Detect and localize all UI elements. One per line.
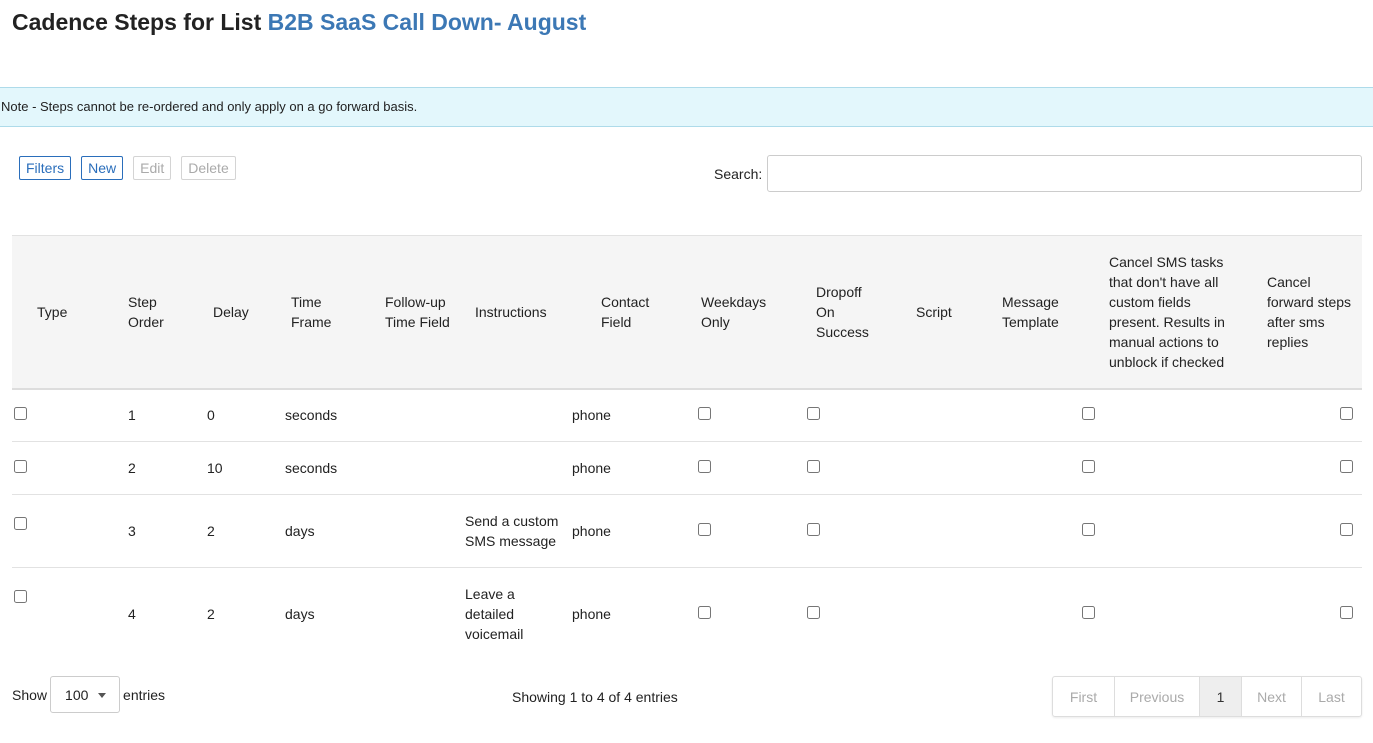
page-size-select[interactable]: 100: [50, 676, 121, 713]
table-row[interactable]: 2 10 seconds phone: [12, 441, 1362, 495]
col-header-step-order[interactable]: Step Order: [110, 235, 195, 390]
time-frame-cell: days: [285, 606, 315, 623]
table-info: Showing 1 to 4 of 4 entries: [512, 689, 678, 705]
message-template-cell: [973, 388, 1080, 442]
filters-button[interactable]: Filters: [19, 156, 72, 180]
script-cell: [887, 388, 973, 442]
script-cell: [887, 441, 973, 495]
row-select-checkbox[interactable]: [14, 407, 27, 421]
page-size-value: 100: [65, 686, 89, 703]
entries-label: entries: [123, 686, 166, 703]
toolbar: Filters New Edit Delete: [19, 156, 236, 180]
dropoff-on-success-checkbox[interactable]: [807, 460, 820, 473]
search-input[interactable]: [767, 155, 1362, 192]
col-header-contact-field[interactable]: Contact Field: [572, 235, 672, 390]
page-title-prefix: Cadence Steps for List: [12, 9, 268, 35]
col-header-weekdays-only[interactable]: Weekdays Only: [672, 235, 787, 390]
caret-down-icon: [98, 693, 107, 698]
list-name: B2B SaaS Call Down- August: [267, 9, 587, 35]
script-cell: [887, 568, 973, 661]
col-header-script[interactable]: Script: [887, 235, 973, 390]
pagination-first[interactable]: First: [1053, 677, 1115, 716]
steps-table: Type Step Order Delay Time Frame Follow-…: [12, 235, 1362, 661]
step-order-cell: 2: [110, 441, 195, 495]
table-row[interactable]: 4 2 days Leave a detailed voicemail phon…: [12, 568, 1362, 661]
script-cell: [887, 494, 973, 568]
info-note: Note - Steps cannot be re-ordered and on…: [0, 87, 1373, 127]
show-label: Show: [12, 686, 48, 703]
step-order-cell: 4: [128, 606, 136, 623]
pagination: First Previous 1 Next Last: [1052, 676, 1362, 717]
edit-button[interactable]: Edit: [133, 156, 172, 180]
contact-field-cell: phone: [572, 494, 672, 568]
page-title: Cadence Steps for List B2B SaaS Call Dow…: [12, 9, 586, 36]
pagination-page-1[interactable]: 1: [1200, 677, 1242, 716]
instructions-cell: [458, 441, 572, 495]
col-header-cancel-sms-tasks[interactable]: Cancel SMS tasks that don't have all cus…: [1080, 235, 1238, 390]
time-frame-cell: days: [268, 494, 362, 568]
delete-button[interactable]: Delete: [181, 156, 236, 180]
instructions-cell: Send a custom SMS message: [458, 494, 572, 568]
message-template-cell: [973, 568, 1080, 661]
row-select-checkbox[interactable]: [14, 517, 27, 530]
table-row[interactable]: 1 0 seconds phone: [12, 388, 1362, 442]
cancel-sms-tasks-checkbox[interactable]: [1082, 407, 1095, 421]
cancel-forward-steps-checkbox[interactable]: [1340, 460, 1353, 473]
delay-cell: 2: [207, 606, 215, 623]
step-order-cell: 3: [110, 494, 195, 568]
pagination-next[interactable]: Next: [1242, 677, 1302, 716]
message-template-cell: [973, 494, 1080, 568]
col-header-message-template[interactable]: Message Template: [973, 235, 1080, 390]
time-frame-cell: seconds: [268, 441, 362, 495]
followup-time-field-cell: [362, 494, 458, 568]
search-label: Search:: [714, 166, 763, 182]
pagination-last[interactable]: Last: [1302, 677, 1361, 716]
row-select-checkbox[interactable]: [14, 460, 27, 473]
new-button[interactable]: New: [81, 156, 124, 180]
row-select-checkbox[interactable]: [14, 590, 27, 603]
page-size-control: Show 100 entries: [12, 676, 165, 713]
col-header-dropoff-on-success[interactable]: Dropoff On Success: [787, 235, 887, 390]
dropoff-on-success-checkbox[interactable]: [807, 523, 820, 536]
delay-cell: 2: [195, 494, 268, 568]
weekdays-only-checkbox[interactable]: [698, 407, 711, 421]
col-header-cancel-forward-steps[interactable]: Cancel forward steps after sms replies: [1238, 235, 1362, 390]
cancel-sms-tasks-checkbox[interactable]: [1082, 523, 1095, 536]
instructions-cell: Leave a detailed voicemail: [465, 586, 524, 643]
cancel-sms-tasks-checkbox[interactable]: [1082, 460, 1095, 473]
dropoff-on-success-checkbox[interactable]: [807, 606, 820, 620]
col-header-delay[interactable]: Delay: [195, 235, 268, 390]
table-row[interactable]: 3 2 days Send a custom SMS message phone: [12, 494, 1362, 568]
followup-time-field-cell: [362, 568, 458, 661]
table-header-row: Type Step Order Delay Time Frame Follow-…: [12, 235, 1362, 390]
weekdays-only-checkbox[interactable]: [698, 460, 711, 473]
col-header-time-frame[interactable]: Time Frame: [268, 235, 362, 390]
cancel-forward-steps-checkbox[interactable]: [1340, 407, 1353, 421]
pagination-previous[interactable]: Previous: [1115, 677, 1200, 716]
contact-field-cell: phone: [572, 606, 611, 623]
contact-field-cell: phone: [572, 441, 672, 495]
cancel-forward-steps-checkbox[interactable]: [1340, 523, 1353, 536]
time-frame-cell: seconds: [268, 388, 362, 442]
cancel-forward-steps-checkbox[interactable]: [1340, 606, 1353, 620]
dropoff-on-success-checkbox[interactable]: [807, 407, 820, 421]
col-header-instructions[interactable]: Instructions: [458, 235, 572, 390]
col-header-followup-time-field[interactable]: Follow-up Time Field: [362, 235, 458, 390]
contact-field-cell: phone: [572, 388, 672, 442]
followup-time-field-cell: [362, 388, 458, 442]
instructions-cell: [458, 388, 572, 442]
weekdays-only-checkbox[interactable]: [698, 523, 711, 536]
step-order-cell: 1: [110, 388, 195, 442]
message-template-cell: [973, 441, 1080, 495]
followup-time-field-cell: [362, 441, 458, 495]
col-header-type[interactable]: Type: [12, 235, 110, 390]
cancel-sms-tasks-checkbox[interactable]: [1082, 606, 1095, 620]
delay-cell: 0: [195, 388, 268, 442]
weekdays-only-checkbox[interactable]: [698, 606, 711, 620]
delay-cell: 10: [195, 441, 268, 495]
